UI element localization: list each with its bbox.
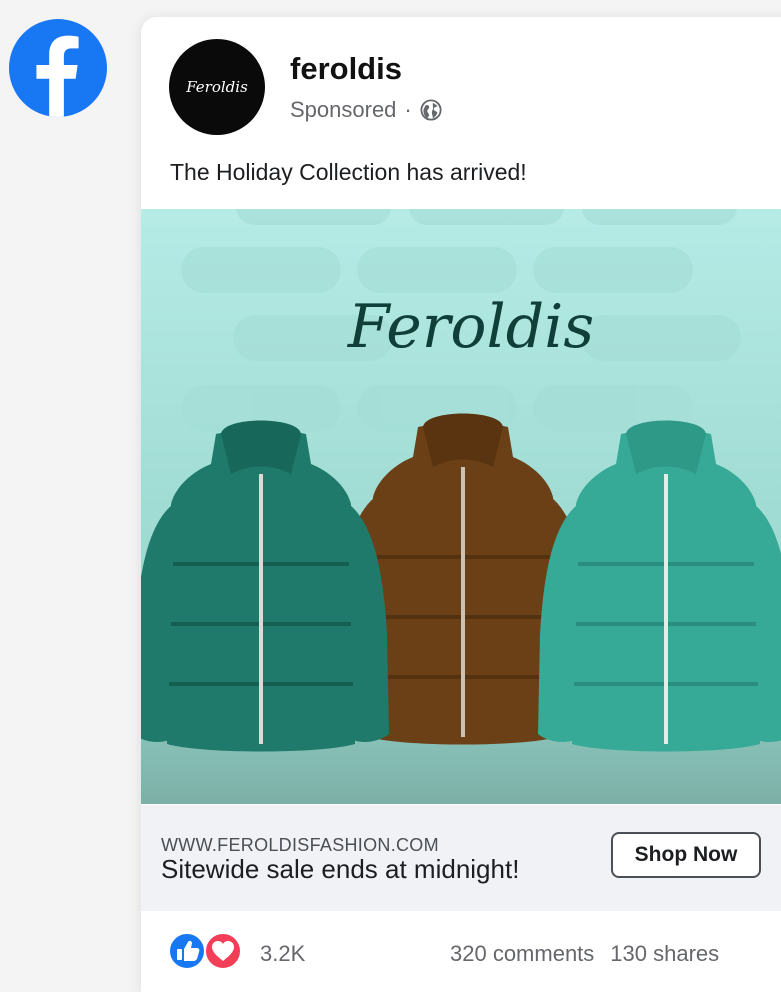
engagement-stats: 320 comments 130 shares: [450, 941, 719, 967]
post-meta: Sponsored ·: [290, 97, 442, 123]
globe-icon[interactable]: [420, 99, 442, 121]
avatar-logo-text: Feroldis: [186, 78, 248, 96]
reaction-count[interactable]: 3.2K: [260, 941, 305, 967]
ad-headline: Sitewide sale ends at midnight!: [161, 854, 520, 884]
shop-now-button[interactable]: Shop Now: [611, 832, 761, 878]
like-icon: [168, 932, 206, 970]
meta-separator: ·: [404, 97, 412, 122]
facebook-logo-icon: [9, 19, 107, 117]
comments-count[interactable]: 320 comments: [450, 941, 594, 967]
reactions-bar: 3.2K 320 comments 130 shares: [141, 911, 781, 991]
page-name[interactable]: feroldis: [290, 51, 402, 87]
reaction-icons[interactable]: [167, 931, 247, 971]
ad-post-card: Feroldis feroldis Sponsored · The Holida…: [141, 17, 781, 992]
shares-count[interactable]: 130 shares: [610, 941, 719, 967]
ad-domain: WWW.FEROLDISFASHION.COM: [161, 835, 439, 855]
ad-image[interactable]: Feroldis: [141, 209, 781, 804]
ad-link-footer[interactable]: WWW.FEROLDISFASHION.COM Sitewide sale en…: [141, 805, 781, 911]
post-caption: The Holiday Collection has arrived!: [170, 159, 527, 185]
brand-script-title: Feroldis: [347, 292, 594, 362]
page-avatar[interactable]: Feroldis: [169, 39, 265, 135]
sponsored-label[interactable]: Sponsored: [290, 97, 396, 123]
love-icon: [204, 932, 242, 970]
